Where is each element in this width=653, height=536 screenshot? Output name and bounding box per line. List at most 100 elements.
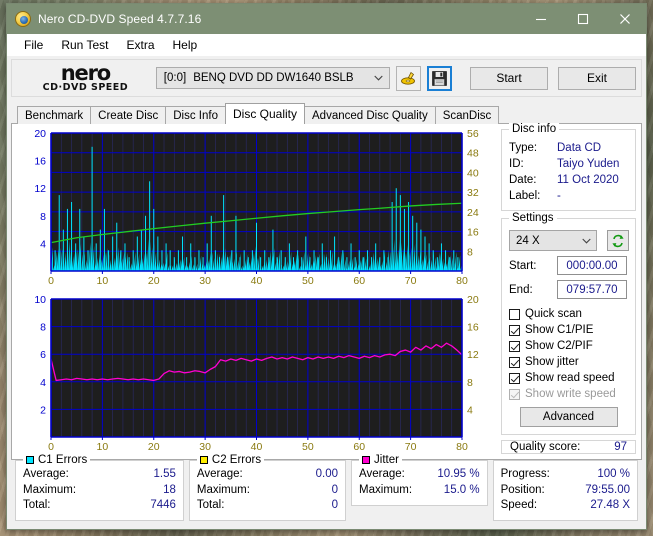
progress-row: Progress: 100 %	[501, 467, 630, 483]
svg-text:56: 56	[467, 129, 479, 140]
disc-label-label: Label:	[509, 190, 541, 202]
c1-average-row: Average: 1.55	[23, 467, 176, 483]
tab-benchmark[interactable]: Benchmark	[17, 106, 92, 124]
jitter-average-label: Average:	[359, 468, 405, 480]
c1-maximum-label: Maximum:	[23, 483, 77, 496]
svg-text:20: 20	[34, 129, 46, 140]
quality-score-value: 97	[614, 441, 627, 453]
jitter-maximum-value: 15.0 %	[443, 483, 480, 496]
svg-text:30: 30	[199, 275, 211, 287]
checkbox-show-read-speed[interactable]: Show read speed	[502, 370, 635, 386]
stats-row: C1 Errors Average: 1.55 Maximum: 18 Tota…	[11, 454, 642, 525]
svg-text:0: 0	[48, 441, 54, 453]
jitter-chart-svg: 2 4 6 8 10 4 8 12 16 20 0 10 20 30 40 50 60 70 80	[34, 295, 479, 453]
disc-label-value: -	[557, 190, 561, 202]
save-button[interactable]	[427, 65, 452, 91]
eject-disc-button[interactable]	[396, 65, 421, 91]
svg-text:4: 4	[467, 404, 473, 416]
drive-select[interactable]: [0:0] BENQ DVD DD DW1640 BSLB	[155, 67, 390, 89]
tab-create-disc[interactable]: Create Disc	[90, 106, 167, 124]
menu-bar: File Run Test Extra Help	[7, 34, 646, 56]
disc-info-title: Disc info	[509, 123, 560, 135]
end-position-row: End: 079:57.70	[502, 280, 635, 299]
svg-text:80: 80	[456, 441, 468, 453]
start-input[interactable]: 000:00.00	[557, 256, 627, 275]
c2-total-value: 0	[331, 499, 339, 511]
end-input[interactable]: 079:57.70	[557, 280, 627, 299]
tab-scandisc[interactable]: ScanDisc	[434, 106, 500, 124]
chevron-down-icon	[374, 75, 383, 81]
speed-select[interactable]: 24 X	[509, 230, 597, 251]
svg-text:16: 16	[34, 156, 46, 168]
svg-text:2: 2	[40, 404, 46, 416]
menu-item-extra[interactable]: Extra	[117, 36, 163, 54]
svg-text:20: 20	[148, 441, 160, 453]
svg-text:60: 60	[353, 441, 365, 453]
jitter-maximum-row: Maximum: 15.0 %	[359, 483, 480, 499]
start-button[interactable]: Start	[470, 66, 548, 90]
svg-text:40: 40	[251, 441, 263, 453]
tab-advanced-disc-quality[interactable]: Advanced Disc Quality	[304, 106, 436, 124]
checkbox-show-jitter[interactable]: Show jitter	[502, 354, 635, 370]
client-area: nero CD·DVD SPEED [0:0] BENQ DVD DD DW16…	[7, 56, 646, 529]
refresh-button[interactable]	[607, 230, 629, 251]
checkbox-label: Show write speed	[525, 388, 616, 400]
jitter-stat-box: Jitter Average: 10.95 % Maximum: 15.0 %	[351, 454, 488, 506]
c2-total-label: Total:	[196, 499, 225, 511]
tab-disc-quality[interactable]: Disc Quality	[225, 103, 306, 124]
c1-errors-title: C1 Errors	[23, 454, 91, 466]
quality-score-label: Quality score:	[510, 441, 581, 453]
jitter-title: Jitter	[359, 454, 402, 466]
start-label: Start:	[509, 259, 537, 272]
c1-maximum-value: 18	[163, 483, 176, 496]
c1-errors-chart: 4 8 12 16 20 8 16 24 32 40 48 56 0 10 20 30 40 50 60 70 80	[17, 129, 496, 289]
disc-info-row-id: ID: Taiyo Yuden	[502, 156, 635, 172]
menu-item-run-test[interactable]: Run Test	[52, 36, 117, 54]
tab-disc-info[interactable]: Disc Info	[165, 106, 226, 124]
svg-text:50: 50	[302, 441, 314, 453]
svg-text:32: 32	[467, 187, 479, 199]
checkbox-label: Show jitter	[525, 356, 579, 368]
checkbox-show-c2-pif[interactable]: Show C2/PIF	[502, 338, 635, 354]
checkbox-label: Show C2/PIF	[525, 340, 593, 352]
nero-logo: nero CD·DVD SPEED	[23, 62, 148, 93]
maximize-icon[interactable]	[562, 4, 604, 34]
close-icon[interactable]	[604, 4, 646, 34]
floppy-save-icon	[432, 70, 447, 86]
refresh-arrows-icon	[612, 234, 624, 247]
c2-errors-stat-box: C2 Errors Average: 0.00 Maximum: 0 Total…	[188, 454, 347, 521]
disc-info-row-date: Date: 11 Oct 2020	[502, 172, 635, 188]
svg-text:20: 20	[467, 295, 479, 306]
svg-text:10: 10	[97, 441, 109, 453]
checkbox-box	[509, 356, 520, 368]
side-column: Disc info Type: Data CD ID: Taiyo Yuden …	[501, 123, 636, 454]
c2-average-label: Average:	[196, 468, 243, 480]
exit-button[interactable]: Exit	[558, 66, 636, 90]
tab-strip: Benchmark Create Disc Disc Info Disc Qua…	[11, 103, 642, 124]
c2-title-text: C2 Errors	[211, 454, 262, 466]
menu-item-help[interactable]: Help	[164, 36, 207, 54]
menu-item-file[interactable]: File	[15, 36, 52, 54]
svg-text:10: 10	[97, 275, 109, 287]
svg-text:6: 6	[40, 349, 46, 361]
disc-id-value: Taiyo Yuden	[557, 158, 620, 170]
toolbar: nero CD·DVD SPEED [0:0] BENQ DVD DD DW16…	[11, 59, 642, 97]
advanced-button[interactable]: Advanced	[519, 407, 618, 427]
checkbox-box	[509, 372, 520, 384]
speed-value: 24 X	[516, 234, 540, 247]
nero-logo-subtitle: CD·DVD SPEED	[42, 81, 129, 93]
svg-text:48: 48	[467, 148, 479, 160]
checkbox-quick-scan[interactable]: Quick scan	[502, 306, 635, 322]
svg-text:24: 24	[467, 207, 479, 219]
svg-text:12: 12	[467, 349, 479, 361]
svg-text:4: 4	[40, 377, 46, 389]
eject-disc-icon	[401, 71, 415, 85]
progress-label: Progress:	[500, 468, 550, 480]
c2-maximum-label: Maximum:	[196, 483, 250, 496]
drive-id: [0:0]	[163, 72, 187, 84]
svg-text:40: 40	[467, 167, 479, 179]
jitter-maximum-label: Maximum:	[359, 483, 413, 496]
minimize-icon[interactable]	[520, 4, 562, 34]
disc-info-row-type: Type: Data CD	[502, 140, 635, 156]
checkbox-show-c1-pie[interactable]: Show C1/PIE	[502, 322, 635, 338]
